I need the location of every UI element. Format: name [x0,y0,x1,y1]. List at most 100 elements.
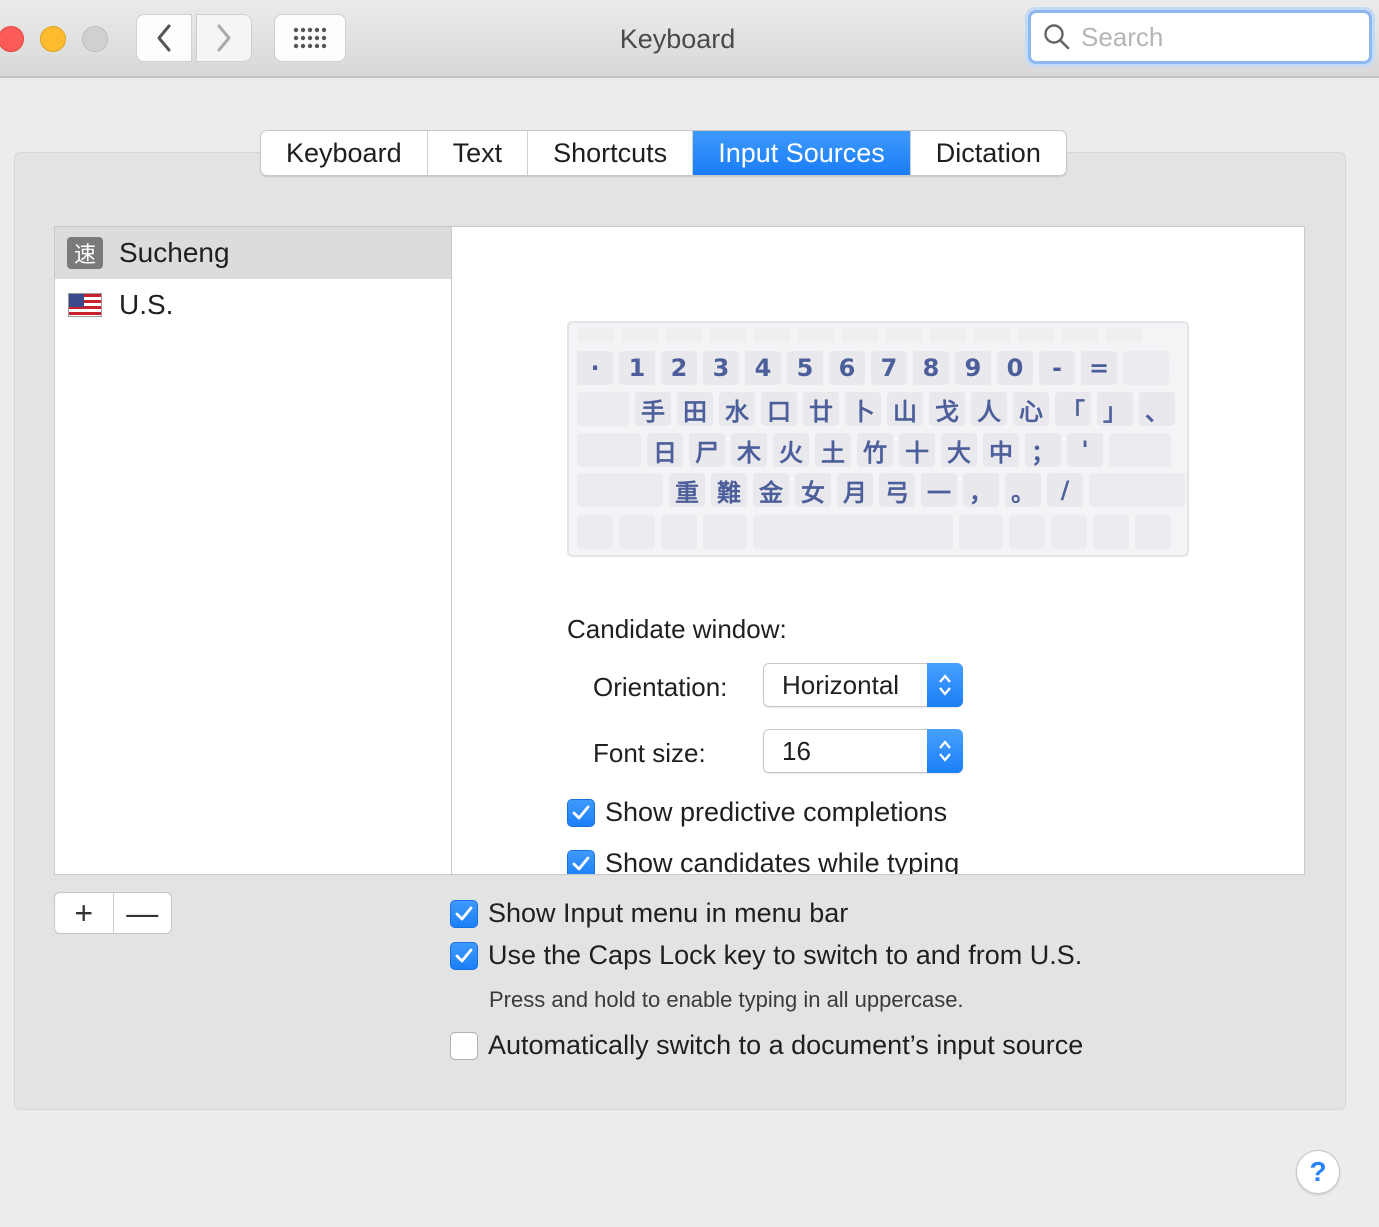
key: - [1039,351,1075,385]
checkbox-label: Show candidates while typing [605,848,960,875]
unchecked-box-icon [450,1031,478,1060]
orientation-popup[interactable]: Horizontal [763,663,963,707]
space-key-row [577,515,1171,549]
checkmark-icon [567,798,595,827]
key: 中 [983,433,1019,467]
function-key-row [577,327,1143,343]
key: 6 [829,351,865,385]
auto-switch-checkbox[interactable]: Automatically switch to a document’s inp… [450,1030,1083,1061]
key: · [577,351,613,385]
key: 人 [971,392,1007,426]
input-source-list[interactable]: 速 Sucheng U.S. [54,226,452,875]
key: 、 [1139,392,1175,426]
list-item-us[interactable]: U.S. [55,279,451,331]
tab-input-sources[interactable]: Input Sources [693,131,911,175]
key: 月 [837,473,873,507]
key: 火 [773,433,809,467]
remove-source-button[interactable]: — [114,893,172,933]
list-item-label: U.S. [119,289,174,320]
checkmark-icon [450,941,478,970]
key: 7 [871,351,907,385]
search-icon [1044,24,1070,50]
font-size-value: 16 [782,735,811,766]
key: 金 [753,473,789,507]
key: 竹 [857,433,893,467]
show-input-menu-checkbox[interactable]: Show Input menu in menu bar [450,898,848,929]
caps-lock-hint: Press and hold to enable typing in all u… [489,987,964,1012]
key: 木 [731,433,767,467]
tab-text[interactable]: Text [428,131,529,175]
top-letter-key-row: 手 田 水 口 廿 卜 山 戈 人 心 「 」 、 [577,392,1175,426]
key: 0 [997,351,1033,385]
bottom-letter-key-row: 重 難 金 女 月 弓 一 ， 。 / [577,473,1185,507]
tab-keyboard[interactable]: Keyboard [261,131,428,175]
tab-shortcuts[interactable]: Shortcuts [528,131,694,175]
font-size-popup[interactable]: 16 [763,729,963,773]
key: 女 [795,473,831,507]
key: 9 [955,351,991,385]
key: 手 [635,392,671,426]
key: 口 [761,392,797,426]
key: 廿 [803,392,839,426]
orientation-value: Horizontal [782,669,900,700]
sucheng-icon: 速 [67,237,103,269]
checkbox-label: Show Input menu in menu bar [488,898,849,928]
key: 重 [669,473,705,507]
key: 水 [719,392,755,426]
checkmark-icon [450,899,478,928]
list-item-sucheng[interactable]: 速 Sucheng [55,227,451,279]
key: 卜 [845,392,881,426]
list-item-label: Sucheng [119,237,230,268]
key: 戈 [929,392,965,426]
key: ， [963,473,999,507]
font-size-label: Font size: [593,738,706,768]
key: 一 [921,473,957,507]
home-key-row: 日 尸 木 火 土 竹 十 大 中 ； ' [577,433,1171,467]
key: 。 [1005,473,1041,507]
orientation-label: Orientation: [593,672,728,702]
candidate-window-heading: Candidate window: [567,614,787,644]
key: 3 [703,351,739,385]
search-field[interactable] [1028,10,1372,64]
help-button[interactable]: ? [1296,1150,1340,1194]
key: 十 [899,433,935,467]
key: 田 [677,392,713,426]
key: 2 [661,351,697,385]
add-remove-control: + — [54,892,172,934]
key: / [1047,473,1083,507]
key: 4 [745,351,781,385]
key: 「 [1055,392,1091,426]
tab-dictation[interactable]: Dictation [911,131,1066,175]
show-candidates-checkbox[interactable]: Show candidates while typing [567,848,960,875]
caps-lock-switch-checkbox[interactable]: Use the Caps Lock key to switch to and f… [450,940,1082,971]
key: 弓 [879,473,915,507]
key: ； [1025,433,1061,467]
search-input[interactable] [1081,21,1341,53]
key: 日 [647,433,683,467]
checkbox-label: Use the Caps Lock key to switch to and f… [488,940,1083,970]
up-down-chevron-icon [927,663,963,707]
key: 土 [815,433,851,467]
us-flag-icon [67,289,103,321]
key: 大 [941,433,977,467]
key: 心 [1013,392,1049,426]
keyboard-layout-preview: · 1 2 3 4 5 6 7 8 9 0 - = 手 田 水 口 廿 卜 山 … [567,321,1189,557]
key: 尸 [689,433,725,467]
tab-bar: Keyboard Text Shortcuts Input Sources Di… [260,130,1067,176]
key: 5 [787,351,823,385]
input-source-detail: · 1 2 3 4 5 6 7 8 9 0 - = 手 田 水 口 廿 卜 山 … [451,226,1305,875]
number-key-row: · 1 2 3 4 5 6 7 8 9 0 - = [577,351,1169,385]
add-source-button[interactable]: + [55,893,114,933]
key: 1 [619,351,655,385]
key: 8 [913,351,949,385]
checkbox-label: Automatically switch to a document’s inp… [488,1030,1084,1060]
title-bar: Keyboard [0,0,1379,78]
predictive-completions-checkbox[interactable]: Show predictive completions [567,797,947,828]
key: 山 [887,392,923,426]
key: 」 [1097,392,1133,426]
checkbox-label: Show predictive completions [605,797,948,827]
checkmark-icon [567,849,595,874]
key: 難 [711,473,747,507]
key: = [1081,351,1117,385]
key: ' [1067,433,1103,467]
